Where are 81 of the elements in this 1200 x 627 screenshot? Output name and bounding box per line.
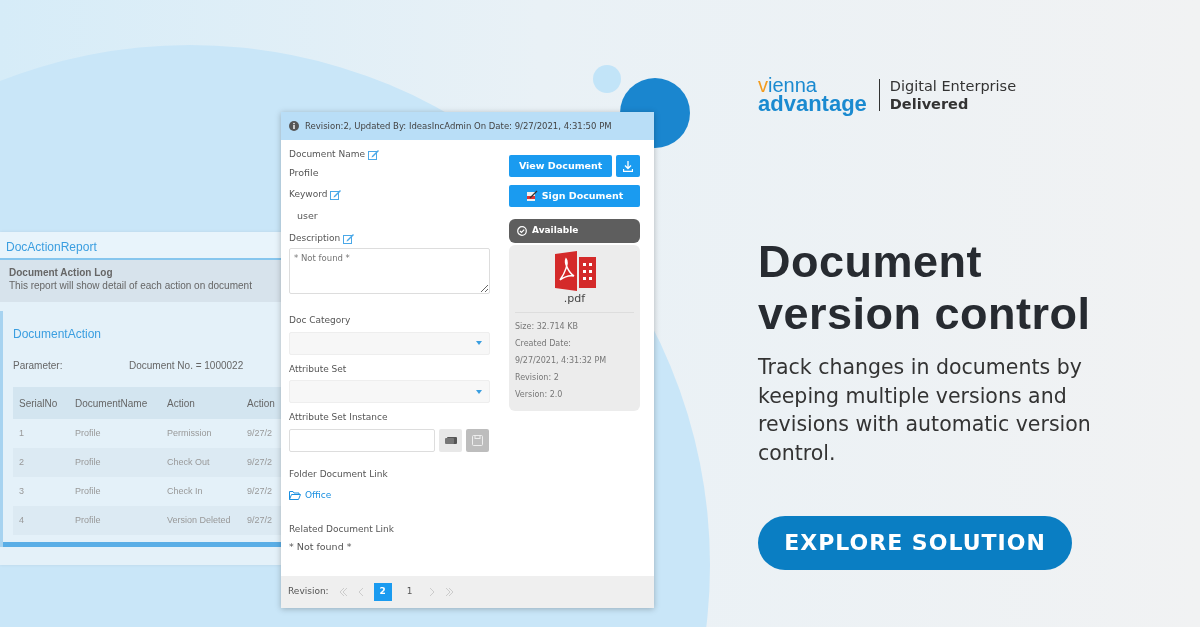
- folder-link[interactable]: Office: [289, 489, 332, 503]
- page-button[interactable]: 2: [373, 583, 392, 601]
- report-heading: Document Action Log: [9, 266, 114, 279]
- table-cell: Profile: [69, 419, 161, 448]
- field-value: * Not found *: [289, 540, 353, 554]
- table-cell: Profile: [69, 506, 161, 535]
- lookup-button[interactable]: [439, 428, 462, 452]
- file-detail: Size: 32.714 KB: [515, 320, 579, 333]
- table-cell: 9/27/2: [241, 448, 281, 477]
- edit-icon[interactable]: [343, 232, 355, 244]
- first-page-icon[interactable]: [337, 587, 348, 597]
- description-field[interactable]: * Not found *: [289, 248, 490, 294]
- logo-text: vienna: [758, 76, 817, 94]
- table-cell: 2: [13, 448, 69, 477]
- folder-icon: [289, 491, 301, 501]
- parameter-value: Document No. = 1000022: [129, 359, 244, 373]
- pdf-file-icon: [552, 251, 597, 291]
- card-icon: [444, 435, 457, 445]
- tagline: Delivered: [889, 94, 970, 113]
- pagination-label: Revision:: [288, 585, 329, 599]
- status-label: Available: [532, 224, 579, 238]
- check-circle-icon: [517, 226, 527, 236]
- field-label: Attribute Set Instance: [289, 411, 388, 424]
- table-cell: 1: [13, 419, 69, 448]
- column-header: Action: [241, 387, 281, 419]
- description-text: Track changes in documents by keeping multiple versions and revisions with automatic version control.: [758, 354, 1092, 468]
- report-description: This report will show detail of each action on document: [9, 279, 253, 292]
- file-detail: Revision: 2: [515, 371, 560, 384]
- parameter-label: Parameter:: [13, 359, 64, 373]
- caret-icon: [476, 389, 482, 394]
- field-label: Keyword: [289, 187, 328, 201]
- logo-text: advantage: [758, 94, 867, 114]
- edit-icon[interactable]: [330, 189, 342, 200]
- table-cell: 9/27/2: [241, 419, 281, 448]
- view-document-button[interactable]: View Document: [509, 155, 613, 177]
- table-cell: 9/27/2: [241, 477, 281, 506]
- revision-info: Revision:2, Updated By: IdeasIncAdmin On Date: 9/27/2021, 4:31:50 PM: [305, 119, 612, 133]
- table-cell: Check In: [161, 477, 241, 506]
- save-icon: [472, 434, 483, 446]
- section-title: DocumentAction: [13, 326, 103, 343]
- info-icon: [289, 121, 299, 131]
- text-field[interactable]: [289, 428, 435, 452]
- page-button[interactable]: 1: [400, 583, 419, 601]
- download-icon: [623, 160, 634, 172]
- sign-document-button[interactable]: Sign Document: [509, 185, 640, 207]
- file-detail: 9/27/2021, 4:31:32 PM: [515, 354, 608, 367]
- column-header: SerialNo: [13, 387, 69, 419]
- caret-icon: [476, 341, 482, 345]
- column-header: Action: [161, 387, 241, 419]
- field-label: Attribute Set: [289, 362, 347, 376]
- signature-icon: [525, 190, 538, 202]
- report-tab[interactable]: DocActionReport: [0, 232, 281, 260]
- field-label: Related Document Link: [289, 522, 394, 536]
- table-cell: Version Deleted: [161, 506, 241, 535]
- file-extension: .pdf: [515, 291, 634, 313]
- tagline: Digital Enterprise: [889, 76, 1017, 95]
- last-page-icon[interactable]: [444, 587, 455, 597]
- previous-page-icon[interactable]: [356, 587, 365, 597]
- field-value: Profile: [289, 165, 320, 180]
- dropdown-field[interactable]: [289, 331, 490, 355]
- dropdown-field[interactable]: [289, 380, 490, 403]
- next-page-icon[interactable]: [427, 587, 436, 597]
- table-cell: Profile: [69, 448, 161, 477]
- field-label: Description: [289, 231, 341, 245]
- field-label: Document Name: [289, 148, 366, 161]
- file-detail: Version: 2.0: [515, 388, 564, 401]
- column-header: DocumentName: [69, 387, 161, 419]
- headline: Document version control: [758, 235, 1092, 342]
- edit-icon[interactable]: [368, 149, 380, 161]
- field-label: Folder Document Link: [289, 467, 388, 481]
- download-button[interactable]: [616, 155, 640, 177]
- table-cell: Profile: [69, 477, 161, 506]
- table-cell: 3: [13, 477, 69, 506]
- field-label: Doc Category: [289, 314, 351, 327]
- field-value: user: [297, 209, 319, 224]
- table-cell: 9/27/2: [241, 506, 281, 535]
- file-detail: Created Date:: [515, 337, 573, 350]
- explore-solution-button[interactable]: EXPLORE SOLUTION: [758, 515, 1072, 570]
- table-cell: Check Out: [161, 448, 241, 477]
- table-cell: Permission: [161, 419, 241, 448]
- table-cell: 4: [13, 506, 69, 535]
